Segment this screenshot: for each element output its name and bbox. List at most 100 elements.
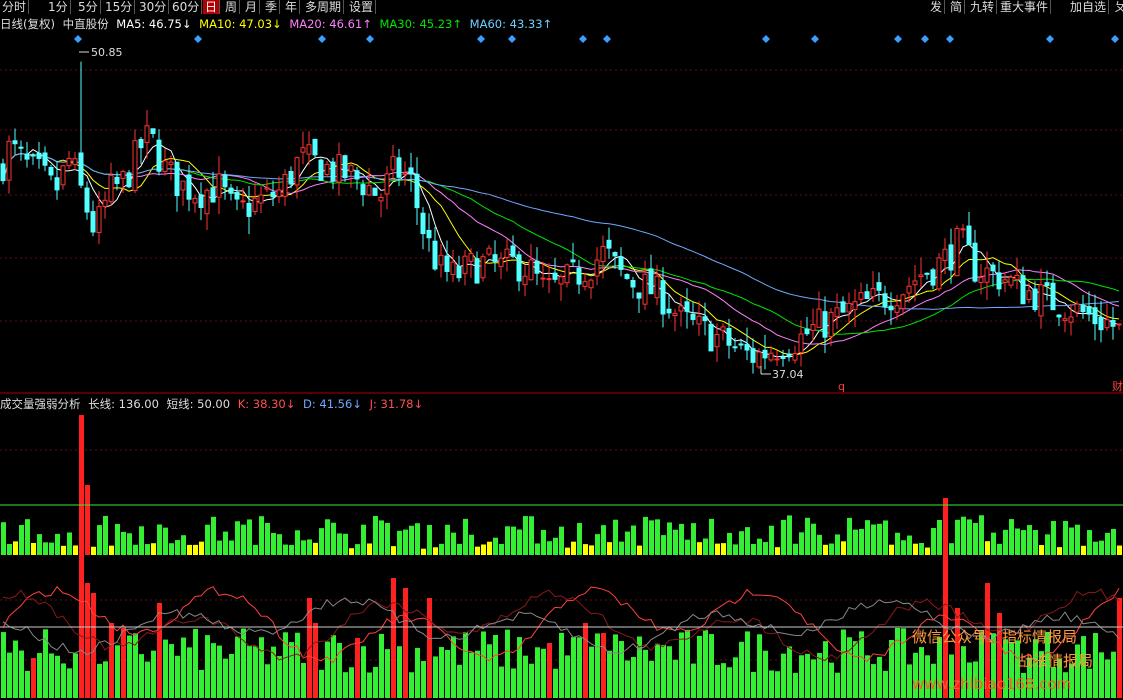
volume-bar [757,538,762,555]
indicator-bar [853,641,858,698]
candle-body [648,268,654,295]
volume-bar [1003,529,1008,555]
indicator-bar [769,670,774,698]
volume-bar [1027,525,1032,555]
volume-bar [967,519,972,555]
volume-bar [829,543,834,555]
candle-body [1080,304,1086,313]
indicator-bars [1,438,1122,698]
volume-bar [529,516,534,555]
volume-bar [409,525,414,555]
candle-body [330,161,336,182]
indicator-bar [433,656,438,698]
candle-body [924,272,930,275]
candle-body [930,269,936,286]
volume-bar [595,534,600,555]
candle-body [1008,276,1014,286]
volume-bar [223,531,228,555]
volume-bar [451,532,456,555]
volume-bar [1021,530,1026,555]
candle-body [504,248,510,259]
candle-body [120,171,126,179]
candle-body [720,326,726,331]
indicator-bar [13,640,18,698]
volume-bar [241,524,246,555]
candle-body [936,257,942,290]
indicator-bar [295,632,300,698]
indicator-bar [229,654,234,698]
candle-body [198,194,204,208]
indicator-bar [493,634,498,698]
indicator-bar [409,672,414,698]
indicator-bar [511,668,516,698]
volume-bar [1033,530,1038,555]
volume-bar [133,544,138,555]
volume-bar [391,546,396,555]
candle-body [1110,319,1116,327]
candle-body [588,279,594,289]
candle-body [132,140,138,191]
candle-body [342,155,348,179]
indicator-bar [145,661,150,698]
candle-body [966,225,972,246]
volume-bar [799,532,804,555]
indicator-bar [415,647,420,698]
indicator-bar [163,639,168,698]
candle-body [396,157,402,178]
indicator-bar [355,638,360,698]
candle-body [282,173,288,197]
candle-body [546,278,552,281]
candle-body [990,264,996,272]
volume-bar [907,535,912,555]
indicator-bar [559,632,564,698]
volume-bar [127,533,132,555]
indicator-bar [589,646,594,698]
candle-body [774,358,780,361]
candle-body [792,353,798,361]
candle-body [552,272,558,280]
indicator-bar [301,662,306,698]
volume-bar [199,541,204,555]
indicator-bar [817,652,822,698]
indicator-bar [61,663,66,698]
candle-body [18,146,24,149]
volume-bar [871,524,876,555]
volume-bar [277,534,282,555]
volume-bar [955,519,960,555]
volume-bar [601,525,606,555]
indicator-bar [55,655,60,698]
volume-bar [559,526,564,555]
volume-bar [193,544,198,555]
indicator-bar [31,658,36,698]
candle-body [660,280,666,315]
indicator-bar [391,578,396,698]
indicator-bar [619,641,624,698]
volume-bar [739,531,744,555]
candle-body [384,173,390,195]
candle-body [468,253,474,262]
candle-body [54,177,60,191]
candle-body [414,173,420,209]
volume-bar [175,540,180,555]
candle-body [444,255,450,272]
indicator-bar [535,647,540,698]
volume-bar [643,516,648,555]
indicator-bar [463,632,468,698]
volume-bar [145,544,150,555]
candle-body [798,333,804,354]
candle-body [126,172,132,188]
candle-body [138,138,144,149]
volume-bar [49,542,54,555]
candle-body [420,212,426,235]
event-diamond [762,35,770,43]
indicator-bar [97,663,102,698]
volume-bar [271,532,276,555]
volume-bar [283,544,288,555]
candle-body [516,254,522,282]
volume-bar [1045,534,1050,555]
volume-bar [493,537,498,555]
candle-body [402,172,408,175]
stock-chart[interactable]: 50.85 37.04 q 财 [0,0,1123,700]
indicator-bar [361,646,366,698]
volume-bar [709,518,714,555]
